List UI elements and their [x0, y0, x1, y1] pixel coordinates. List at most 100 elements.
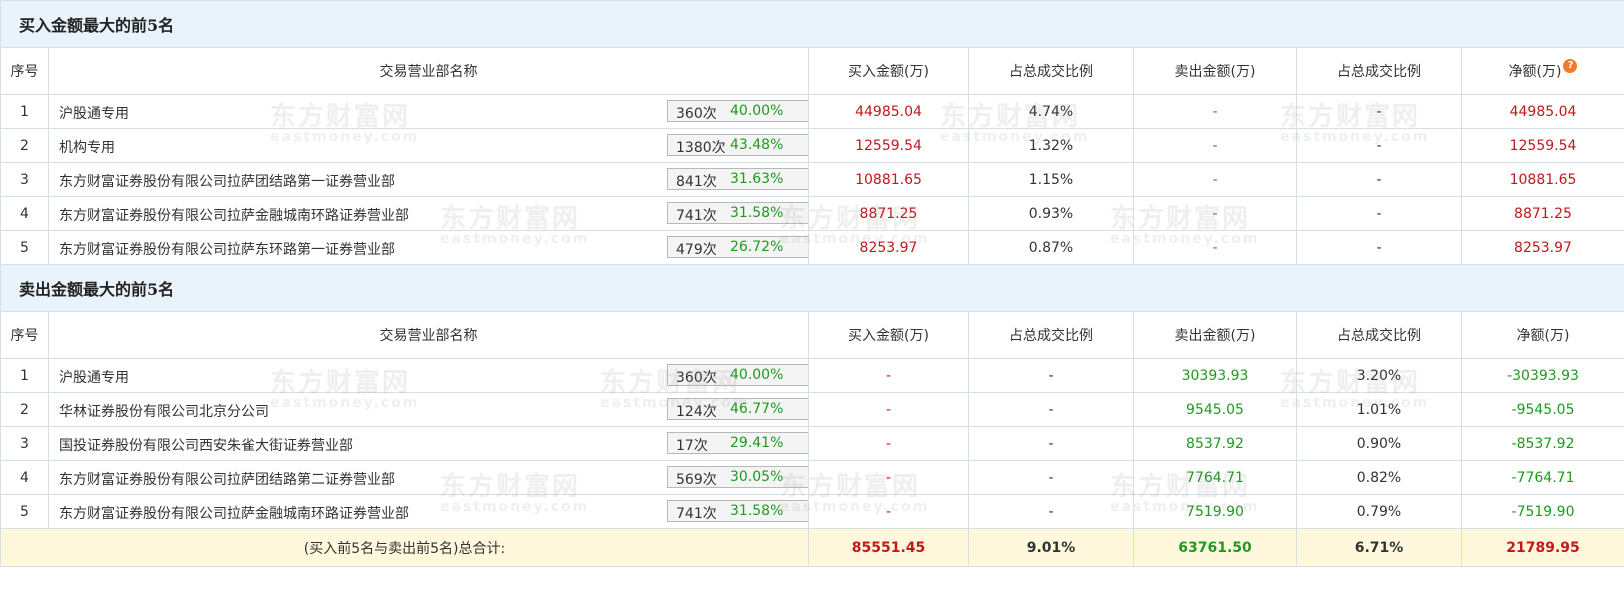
row-index: 5	[0, 230, 49, 265]
broker-rate: 46.77%	[730, 401, 784, 417]
row-name-cell: 沪股通专用 360次40.00%?	[48, 94, 809, 129]
broker-count: 569次	[676, 472, 717, 488]
row-name-cell: 国投证券股份有限公司西安朱雀大街证券营业部 17次 29.41%	[48, 426, 809, 461]
broker-stats-badge[interactable]: 479次 26.72%	[667, 236, 808, 258]
col-net-header: 净额(万)?	[1460, 47, 1624, 95]
col-name-header: 交易营业部名称	[48, 311, 809, 359]
col-net-header-label: 净额(万)	[1508, 64, 1562, 80]
row-name-cell: 东方财富证券股份有限公司拉萨金融城南环路证券营业部 741次 31.58%	[48, 494, 809, 529]
broker-name-link[interactable]: 东方财富证券股份有限公司拉萨金融城南环路证券营业部	[59, 205, 409, 225]
buy-pct: 1.32%	[968, 128, 1134, 163]
sell-pct: 0.79%	[1296, 494, 1462, 529]
broker-count: 17次	[676, 438, 708, 454]
buy-amount: -	[808, 358, 969, 393]
sell-section-header: 卖出金额最大的前5名	[0, 264, 1624, 312]
buy-pct: 4.74%	[968, 94, 1134, 129]
row-index: 3	[0, 162, 49, 197]
sell-pct: -	[1296, 128, 1462, 163]
broker-stats-badge[interactable]: 741次 31.58%	[667, 202, 808, 224]
table-row: 5 东方财富证券股份有限公司拉萨金融城南环路证券营业部 741次 31.58% - -75…	[0, 494, 1624, 529]
buy-amount: 8253.97	[808, 230, 969, 265]
net-question-icon[interactable]: ?	[1563, 59, 1578, 73]
broker-count: 360次	[676, 370, 717, 386]
broker-count: 841次	[676, 174, 717, 190]
broker-rate: 31.58%	[730, 205, 784, 221]
broker-stats-badge[interactable]: 1380次 43.48%	[667, 134, 808, 156]
col-sell-pct-header: 占总成交比例	[1296, 47, 1462, 95]
row-index: 3	[0, 426, 49, 461]
broker-name-link[interactable]: 机构专用	[59, 137, 115, 157]
broker-rate: 40.00%	[730, 367, 784, 383]
col-buy-header: 买入金额(万)	[808, 47, 969, 95]
row-name-cell: 东方财富证券股份有限公司拉萨团结路第一证券营业部 841次 31.63%	[48, 162, 809, 197]
row-name-cell: 东方财富证券股份有限公司拉萨金融城南环路证券营业部 741次 31.58%	[48, 196, 809, 231]
sell-pct: -	[1296, 230, 1462, 265]
broker-name-link[interactable]: 东方财富证券股份有限公司拉萨金融城南环路证券营业部	[59, 503, 409, 523]
net-amount: -7519.90	[1460, 494, 1624, 529]
table-row: 4 东方财富证券股份有限公司拉萨金融城南环路证券营业部 741次 31.58% 8871…	[0, 196, 1624, 231]
buy-amount: -	[808, 426, 969, 461]
col-sell-pct-header: 占总成交比例	[1296, 311, 1462, 359]
sell-pct: -	[1296, 196, 1462, 231]
buy-pct: -	[968, 426, 1134, 461]
col-net-header: 净额(万)	[1460, 311, 1624, 359]
buy-pct: -	[968, 460, 1134, 495]
broker-name-link[interactable]: 华林证券股份有限公司北京分公司	[59, 401, 269, 421]
broker-rate: 40.00%	[730, 103, 784, 119]
sell-pct: 1.01%	[1296, 392, 1462, 427]
broker-count: 479次	[676, 242, 717, 258]
broker-name-link[interactable]: 沪股通专用	[59, 367, 129, 387]
table-row: 5 东方财富证券股份有限公司拉萨东环路第一证券营业部 479次 26.72% 8253.…	[0, 230, 1624, 265]
broker-count: 741次	[676, 208, 717, 224]
table-row: 3 东方财富证券股份有限公司拉萨团结路第一证券营业部 841次 31.63% 10881…	[0, 162, 1624, 197]
table-row: 2 机构专用 1380次 43.48% 12559.54 1.32% - -12559.54	[0, 128, 1624, 163]
sell-amount: -	[1133, 162, 1297, 197]
row-index: 4	[0, 196, 49, 231]
broker-rate: 43.48%	[730, 137, 784, 153]
broker-rate: 31.58%	[730, 503, 784, 519]
col-sell-header: 卖出金额(万)	[1133, 311, 1297, 359]
sell-rows: 1沪股通专用360次40.00%?--30393.933.20%-30393.9…	[0, 358, 1624, 529]
buy-amount: 12559.54	[808, 128, 969, 163]
net-amount: -7764.71	[1460, 460, 1624, 495]
broker-stats-badge[interactable]: 841次 31.63%	[667, 168, 808, 190]
broker-rate: 31.63%	[730, 171, 784, 187]
buy-amount: -	[808, 494, 969, 529]
row-index: 1	[0, 94, 49, 129]
buy-pct: -	[968, 392, 1134, 427]
total-sell: 63761.50	[1133, 528, 1297, 567]
broker-name-link[interactable]: 沪股通专用	[59, 103, 129, 123]
buy-amount: 44985.04	[808, 94, 969, 129]
table-row: 1沪股通专用360次40.00%?--30393.933.20%-30393.9…	[0, 358, 1624, 393]
broker-stats-badge[interactable]: 17次 29.41%	[667, 432, 808, 454]
broker-name-link[interactable]: 国投证券股份有限公司西安朱雀大街证券营业部	[59, 435, 353, 455]
broker-stats-badge[interactable]: 360次40.00%?	[667, 364, 808, 386]
sell-amount: 30393.93	[1133, 358, 1297, 393]
broker-name-link[interactable]: 东方财富证券股份有限公司拉萨团结路第一证券营业部	[59, 171, 395, 191]
broker-stats-badge[interactable]: 569次 30.05%	[667, 466, 808, 488]
buy-section-header: 买入金额最大的前5名	[0, 0, 1624, 48]
net-amount: 44985.04	[1460, 94, 1624, 129]
col-name-header: 交易营业部名称	[48, 47, 809, 95]
row-index: 1	[0, 358, 49, 393]
table-row: 3 国投证券股份有限公司西安朱雀大街证券营业部 17次 29.41% - -8537.92…	[0, 426, 1624, 461]
broker-stats-badge[interactable]: 741次 31.58%	[667, 500, 808, 522]
buy-amount: 10881.65	[808, 162, 969, 197]
sell-amount: -	[1133, 94, 1297, 129]
total-sell-pct: 6.71%	[1296, 528, 1462, 567]
col-idx-header: 序号	[0, 311, 49, 359]
row-name-cell: 东方财富证券股份有限公司拉萨团结路第二证券营业部 569次 30.05%	[48, 460, 809, 495]
row-name-cell: 华林证券股份有限公司北京分公司 124次 46.77%	[48, 392, 809, 427]
row-name-cell: 沪股通专用360次40.00%?	[48, 358, 809, 393]
broker-name-link[interactable]: 东方财富证券股份有限公司拉萨东环路第一证券营业部	[59, 239, 395, 259]
broker-stats-badge[interactable]: 360次40.00%?	[667, 100, 808, 122]
row-index: 2	[0, 392, 49, 427]
table-row: 2 华林证券股份有限公司北京分公司 124次 46.77% - -9545.05 1.01%…	[0, 392, 1624, 427]
buy-column-header-row: 序号 交易营业部名称 买入金额(万) 占总成交比例 卖出金额(万) 占总成交比例…	[0, 47, 1624, 95]
broker-stats-badge[interactable]: 124次 46.77%	[667, 398, 808, 420]
col-sell-header: 卖出金额(万)	[1133, 47, 1297, 95]
sell-amount: 7764.71	[1133, 460, 1297, 495]
row-index: 4	[0, 460, 49, 495]
broker-name-link[interactable]: 东方财富证券股份有限公司拉萨团结路第二证券营业部	[59, 469, 395, 489]
total-row: (买入前5名与卖出前5名)总合计: 85551.45 9.01% 63761.5…	[0, 528, 1624, 567]
